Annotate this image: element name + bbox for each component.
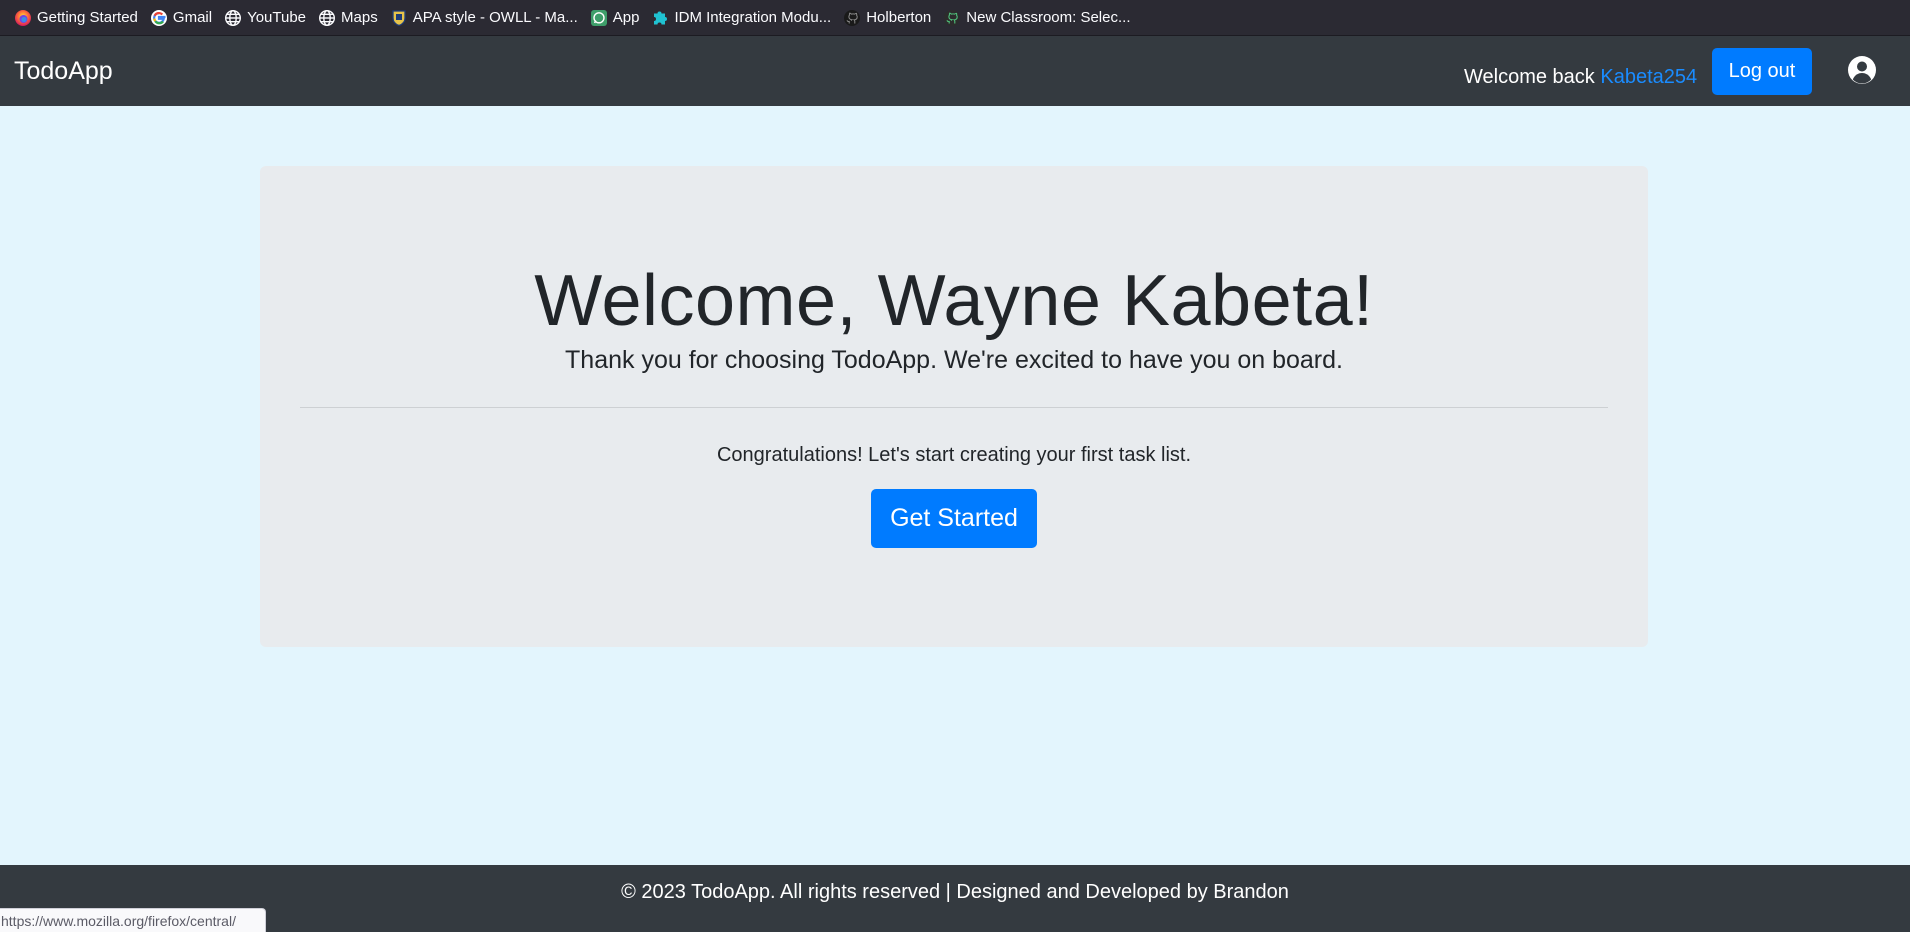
bookmark-label: Getting Started <box>37 9 138 26</box>
footer: © 2023 TodoApp. All rights reserved | De… <box>0 865 1910 932</box>
bookmark-label: Holberton <box>866 9 932 26</box>
page-title: Welcome, Wayne Kabeta! <box>534 261 1374 341</box>
welcome-message: Welcome back Kabeta254 <box>1464 65 1697 89</box>
bookmark-gmail[interactable]: Gmail <box>144 4 218 32</box>
navbar: TodoApp Welcome back Kabeta254 Log out <box>0 36 1910 106</box>
google-icon <box>150 9 168 27</box>
bookmark-label: Gmail <box>172 9 213 26</box>
bookmark-label: App <box>612 9 640 26</box>
crest-icon <box>390 9 408 27</box>
bookmark-new-classroom[interactable]: New Classroom: Selec... <box>937 4 1136 32</box>
bookmark-app[interactable]: App <box>584 4 646 32</box>
status-bar-url: https://www.mozilla.org/firefox/central/ <box>0 908 266 932</box>
get-started-button[interactable]: Get Started <box>871 489 1037 548</box>
bookmark-apa-style[interactable]: APA style - OWLL - Ma... <box>384 4 584 32</box>
bookmark-idm-integration[interactable]: IDM Integration Modu... <box>645 4 837 32</box>
user-circle-icon[interactable] <box>1847 55 1877 85</box>
bookmarks-toolbar: Getting Started Gmail YouTube Maps APA s… <box>0 0 1910 36</box>
bookmark-label: New Classroom: Selec... <box>966 9 1131 26</box>
whatsapp-icon <box>590 9 608 27</box>
bookmark-label: APA style - OWLL - Ma... <box>412 9 578 26</box>
divider <box>300 407 1608 408</box>
bookmark-label: IDM Integration Modu... <box>674 9 832 26</box>
welcome-prefix: Welcome back <box>1464 66 1595 88</box>
congrats-message: Congratulations! Let's start creating yo… <box>716 444 1191 466</box>
lead-text: Thank you for choosing TodoApp. We're ex… <box>565 346 1343 374</box>
firefox-icon <box>14 9 32 27</box>
puzzle-icon <box>651 9 669 27</box>
bookmark-maps[interactable]: Maps <box>312 4 384 32</box>
bookmark-youtube[interactable]: YouTube <box>218 4 312 32</box>
bookmark-holberton[interactable]: Holberton <box>837 4 937 32</box>
github-icon <box>943 9 961 27</box>
username-link[interactable]: Kabeta254 <box>1600 66 1697 88</box>
footer-text: © 2023 TodoApp. All rights reserved | De… <box>621 881 1289 903</box>
github-icon <box>843 9 861 27</box>
globe-icon <box>318 9 336 27</box>
logout-button[interactable]: Log out <box>1712 48 1812 95</box>
brand-link[interactable]: TodoApp <box>14 56 113 86</box>
globe-icon <box>224 9 242 27</box>
bookmark-getting-started[interactable]: Getting Started <box>8 4 144 32</box>
welcome-jumbotron: Welcome, Wayne Kabeta! Thank you for cho… <box>260 166 1648 647</box>
bookmark-label: YouTube <box>247 9 307 26</box>
bookmark-label: Maps <box>341 9 378 26</box>
